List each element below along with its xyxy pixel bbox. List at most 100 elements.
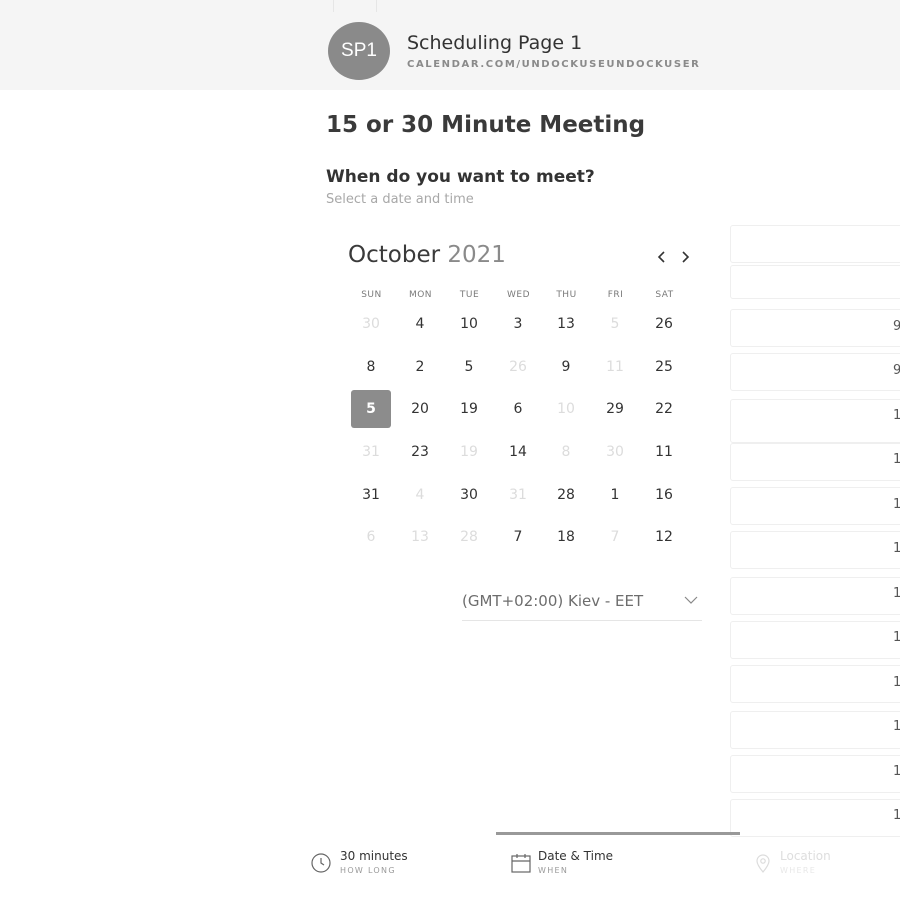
calendar-day[interactable]: 11 — [644, 433, 684, 471]
time-slot[interactable] — [730, 487, 900, 525]
time-slot[interactable] — [730, 353, 900, 391]
calendar-day[interactable]: 28 — [546, 476, 586, 514]
calendar-day-unavailable: 28 — [460, 529, 478, 545]
time-slot-label: 1 — [893, 452, 900, 467]
step-location-sub: WHERE — [780, 866, 817, 875]
calendar-day-unavailable: 26 — [509, 359, 527, 375]
header-tab-marker — [333, 0, 377, 12]
time-slot[interactable] — [730, 443, 900, 481]
weekday-header: WED — [506, 290, 530, 300]
weekday-header: FRI — [607, 290, 624, 300]
meeting-subtitle: Select a date and time — [326, 192, 474, 207]
weekday-header: THU — [556, 290, 577, 300]
time-slot-label: 1 — [893, 497, 900, 512]
calendar-day[interactable]: 10 — [449, 305, 489, 343]
step-location-label: Location — [780, 849, 831, 863]
calendar-icon — [510, 852, 532, 874]
time-slot[interactable] — [730, 399, 900, 443]
calendar-day-unavailable: 31 — [509, 487, 527, 503]
scheduling-page-url[interactable]: CALENDAR.COM/UNDOCKUSEUNDOCKUSER — [407, 59, 700, 70]
calendar-day[interactable]: 22 — [644, 390, 684, 428]
time-slot[interactable] — [730, 531, 900, 569]
step-progress-indicator — [496, 832, 740, 835]
step-date-time-sub: WHEN — [538, 866, 569, 875]
calendar-day-unavailable: 19 — [460, 444, 478, 460]
calendar-day[interactable]: 6 — [498, 390, 538, 428]
avatar: SP1 — [328, 22, 390, 80]
calendar-day[interactable]: 23 — [400, 433, 440, 471]
time-slot[interactable] — [730, 577, 900, 615]
scheduling-page-name: Scheduling Page 1 — [407, 32, 583, 54]
next-month-button[interactable] — [675, 245, 695, 269]
chevron-left-icon — [657, 246, 667, 268]
step-date-time-label: Date & Time — [538, 849, 614, 863]
calendar-day[interactable]: 8 — [351, 348, 391, 386]
chevron-right-icon — [680, 246, 690, 268]
step-duration-label: 30 minutes — [340, 849, 408, 863]
weekday-header: TUE — [459, 290, 480, 300]
previous-month-button[interactable] — [652, 245, 672, 269]
calendar-year: 2021 — [447, 242, 506, 268]
time-slot-label: 1 — [893, 630, 900, 645]
time-slot[interactable] — [730, 225, 900, 263]
calendar-day[interactable]: 31 — [351, 476, 391, 514]
time-slot-label: 1 — [893, 808, 900, 823]
calendar-day[interactable]: 13 — [546, 305, 586, 343]
calendar-day[interactable]: 1 — [595, 476, 635, 514]
calendar-day[interactable]: 5 — [449, 348, 489, 386]
calendar-day-unavailable: 7 — [610, 529, 620, 545]
time-slot[interactable] — [730, 265, 900, 299]
calendar-day[interactable]: 20 — [400, 390, 440, 428]
calendar-day[interactable]: 9 — [546, 348, 586, 386]
time-slot-label: 9 — [893, 363, 900, 378]
calendar-day-selected[interactable]: 5 — [351, 390, 391, 428]
calendar-day-unavailable: 8 — [561, 444, 571, 460]
timezone-select[interactable]: (GMT+02:00) Kiev - EET — [462, 592, 702, 621]
time-slot-label: 1 — [893, 586, 900, 601]
calendar-day[interactable]: 18 — [546, 518, 586, 556]
calendar-day-unavailable: 11 — [606, 359, 624, 375]
calendar-day[interactable]: 30 — [449, 476, 489, 514]
scheduling-page: SP1 Scheduling Page 1 CALENDAR.COM/UNDOC… — [0, 0, 900, 900]
calendar-day[interactable]: 26 — [644, 305, 684, 343]
page-header: SP1 Scheduling Page 1 CALENDAR.COM/UNDOC… — [0, 0, 900, 90]
time-slot[interactable] — [730, 799, 900, 837]
calendar-day-unavailable: 6 — [366, 529, 376, 545]
calendar-day[interactable]: 3 — [498, 305, 538, 343]
calendar-day-unavailable: 4 — [415, 487, 425, 503]
calendar-day-unavailable: 5 — [610, 316, 620, 332]
calendar-day[interactable]: 19 — [449, 390, 489, 428]
time-slot[interactable] — [730, 755, 900, 793]
meeting-question: When do you want to meet? — [326, 167, 595, 187]
calendar-day[interactable]: 14 — [498, 433, 538, 471]
chevron-down-icon — [684, 594, 698, 609]
calendar-month: October — [348, 242, 441, 268]
clock-icon — [310, 852, 332, 874]
calendar-day-unavailable: 30 — [606, 444, 624, 460]
calendar-day[interactable]: 4 — [400, 305, 440, 343]
calendar-day[interactable]: 7 — [498, 518, 538, 556]
calendar-day[interactable]: 25 — [644, 348, 684, 386]
step-location[interactable]: Location WHERE — [752, 836, 892, 886]
calendar-day[interactable]: 12 — [644, 518, 684, 556]
calendar-day-unavailable: 30 — [362, 316, 380, 332]
time-slot-label: 1 — [893, 675, 900, 690]
time-slot[interactable] — [730, 621, 900, 659]
time-slot[interactable] — [730, 711, 900, 749]
meeting-title: 15 or 30 Minute Meeting — [326, 112, 646, 138]
calendar-day[interactable]: 2 — [400, 348, 440, 386]
time-slot-label: 1 — [893, 764, 900, 779]
time-slot[interactable] — [730, 309, 900, 347]
time-slot[interactable] — [730, 665, 900, 703]
weekday-header: SUN — [361, 290, 382, 300]
calendar-day[interactable]: 16 — [644, 476, 684, 514]
step-date-time[interactable]: Date & Time WHEN — [510, 836, 710, 886]
calendar-day-unavailable: 31 — [362, 444, 380, 460]
step-duration[interactable]: 30 minutes HOW LONG — [310, 836, 460, 886]
calendar-day[interactable]: 29 — [595, 390, 635, 428]
time-slot-list: 9 9 1 1 1 1 1 1 1 1 1 1 — [730, 225, 900, 837]
calendar-month-title: October 2021 — [348, 242, 506, 268]
calendar-day-unavailable: 13 — [411, 529, 429, 545]
location-pin-icon — [752, 852, 774, 874]
timezone-label: (GMT+02:00) Kiev - EET — [462, 592, 644, 610]
